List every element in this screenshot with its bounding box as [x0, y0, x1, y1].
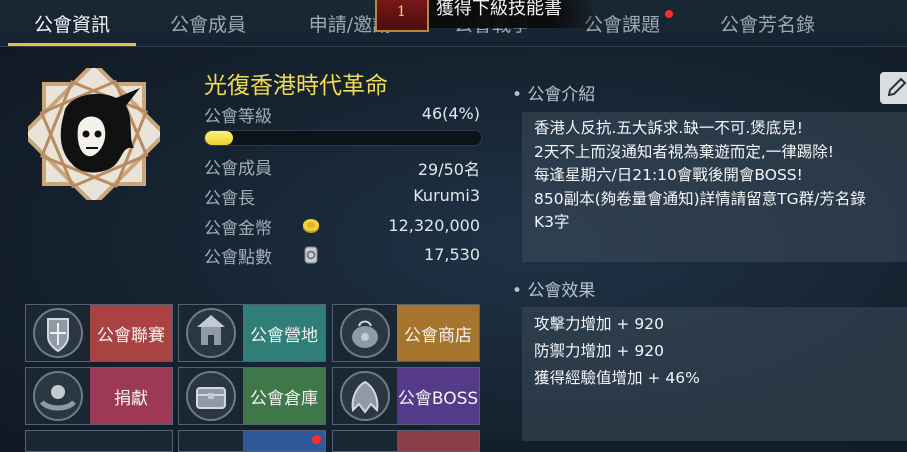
guild-league-button[interactable]: 公會聯賽 — [25, 304, 173, 362]
guild-menu-button-partial[interactable] — [178, 430, 326, 452]
guild-shop-label: 公會商店 — [397, 305, 479, 361]
guild-point-token-icon — [302, 246, 320, 264]
partial-button-label-bg — [397, 431, 479, 451]
guild-warehouse-button[interactable]: 公會倉庫 — [178, 367, 326, 425]
guild-leader-label: 公會長 — [204, 189, 255, 209]
guild-camp-label: 公會營地 — [243, 305, 325, 361]
guild-members-label: 公會成員 — [204, 159, 272, 179]
guild-intro-title-text: 公會介紹 — [527, 85, 596, 105]
pencil-icon — [887, 77, 907, 97]
intro-line: 每逢星期六/日21:10會戰後開會BOSS! — [534, 166, 803, 184]
edit-intro-button[interactable] — [880, 72, 907, 104]
guild-menu-button-partial[interactable] — [332, 430, 480, 452]
donate-icon — [30, 370, 86, 422]
guild-level-value: 46(4%) — [421, 104, 480, 123]
intro-line: 2天不上而沒通知者視為棄遊而定,一律踢除! — [534, 142, 835, 161]
effect-line: 防禦力增加 + 920 — [534, 342, 664, 360]
guild-boss-label: 公會BOSS — [397, 368, 479, 424]
gold-coin-icon — [302, 217, 320, 235]
guild-menu-button-partial[interactable] — [25, 430, 173, 452]
guild-intro-title: • 公會介紹 — [512, 85, 596, 105]
guild-warehouse-label: 公會倉庫 — [243, 368, 325, 424]
intro-line: K3字 — [534, 213, 570, 231]
guild-level-label: 公會等級 — [204, 107, 272, 127]
guild-boss-button[interactable]: 公會BOSS — [332, 367, 480, 425]
chest-icon — [183, 370, 239, 422]
guild-effects-title: • 公會效果 — [512, 281, 596, 301]
guild-league-label: 公會聯賽 — [90, 305, 172, 361]
active-tab-indicator — [8, 43, 136, 46]
guild-leader-value: Kurumi3 — [413, 186, 480, 205]
guild-level-progress-fill — [205, 131, 233, 145]
guild-level-progress-bar — [204, 130, 482, 146]
guild-coins-value: 12,320,000 — [388, 216, 480, 235]
guild-coins-label: 公會金幣 — [204, 219, 272, 239]
effect-line: 獲得經驗值增加 + 46% — [534, 369, 700, 387]
guild-shop-button[interactable]: 公會商店 — [332, 304, 480, 362]
tab-guild-honor-roll[interactable]: 公會芳名錄 — [700, 0, 835, 46]
camp-icon — [183, 307, 239, 359]
guild-effects-panel: 攻擊力增加 + 920 防禦力增加 + 920 獲得經驗值增加 + 46% — [522, 307, 907, 441]
tab-guild-members[interactable]: 公會成員 — [148, 0, 268, 46]
intro-line: 香港人反抗.五大訴求.缺一不可.煲底見! — [534, 119, 803, 137]
skill-book-number: 1 — [397, 4, 406, 20]
guild-points-value: 17,530 — [424, 245, 480, 264]
shop-icon — [337, 307, 393, 359]
notification-dot — [312, 435, 321, 444]
notification-dot — [665, 10, 673, 18]
guild-emblem-icon[interactable] — [20, 60, 168, 208]
guild-name: 光復香港時代革命 — [204, 73, 388, 99]
intro-line: 850副本(夠卷量會通知)詳情請留意TG群/芳名錄 — [534, 189, 866, 208]
donate-label: 捐獻 — [90, 368, 172, 424]
effect-line: 攻擊力增加 + 920 — [534, 315, 664, 333]
guild-points-label: 公會點數 — [204, 248, 272, 268]
guild-camp-button[interactable]: 公會營地 — [178, 304, 326, 362]
guild-intro-text: 香港人反抗.五大訴求.缺一不可.煲底見! 2天不上而沒通知者視為棄遊而定,一律踢… — [522, 112, 907, 235]
guild-members-value: 29/50名 — [417, 160, 480, 179]
donate-button[interactable]: 捐獻 — [25, 367, 173, 425]
boss-icon — [337, 370, 393, 422]
guild-intro-panel: 香港人反抗.五大訴求.缺一不可.煲底見! 2天不上而沒通知者視為棄遊而定,一律踢… — [522, 112, 907, 262]
skill-book-icon: 1 — [375, 0, 429, 32]
shield-icon — [30, 307, 86, 359]
tab-guild-info[interactable]: 公會資訊 — [8, 0, 136, 46]
guild-effects-title-text: 公會效果 — [527, 281, 596, 301]
toast-text: 獲得下級技能書 — [436, 0, 562, 19]
